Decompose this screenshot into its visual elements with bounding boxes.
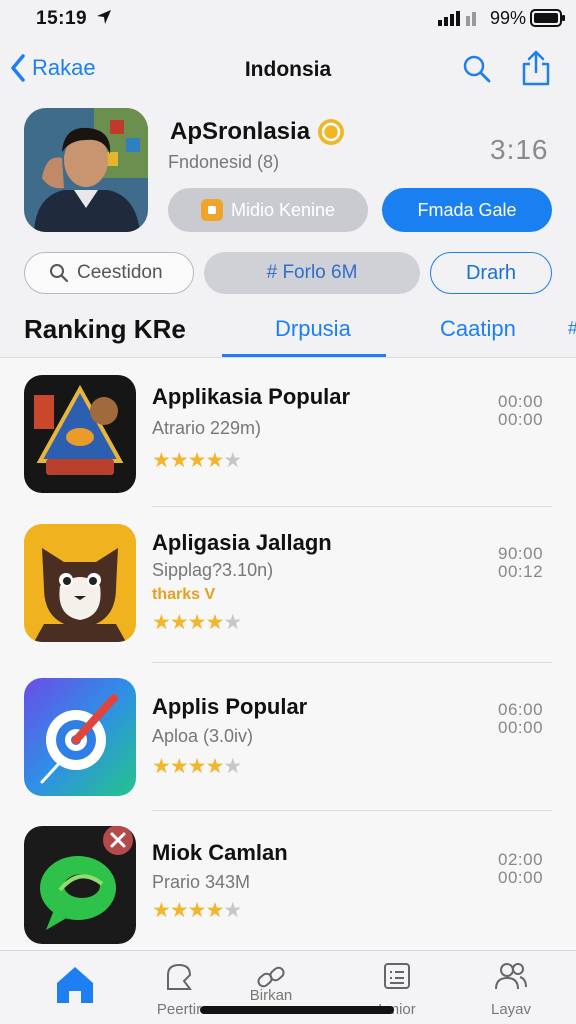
tab-people[interactable]: Layav	[466, 951, 556, 1024]
home-indicator	[200, 1006, 394, 1014]
app-time-1: 06:00	[498, 700, 544, 719]
tab-home[interactable]	[30, 951, 120, 1024]
app-list: Applikasia Popular Atrario 229m) ★★★★★ 0…	[0, 358, 576, 950]
filter-middle-label: # Forlo 6M	[266, 262, 358, 283]
primary-action-button[interactable]: Fmada Gale	[382, 188, 552, 232]
status-time: 15:19	[36, 8, 88, 29]
location-arrow-icon	[96, 9, 112, 30]
people-icon	[466, 961, 556, 991]
secondary-action-button[interactable]: Midio Kenine	[168, 188, 368, 232]
tab-label: Layav	[490, 1001, 532, 1018]
divider	[152, 506, 552, 507]
app-time-1: 00:00	[498, 392, 544, 411]
rating-stars: ★★★★★	[152, 755, 242, 778]
divider	[152, 662, 552, 663]
app-icon-target	[24, 678, 136, 796]
app-time-2: 00:00	[498, 410, 544, 429]
rating-stars: ★★★★★	[152, 449, 242, 472]
filter-right-label: Drarh	[465, 261, 516, 284]
app-name: Miok Camlan	[152, 840, 288, 865]
app-time-2: 00:00	[498, 718, 544, 737]
app-badge: tharks V	[152, 586, 216, 603]
list-item[interactable]: Miok Camlan Prario 343M ★★★★★ 02:00 00:0…	[0, 812, 576, 962]
verified-badge-icon	[318, 119, 345, 145]
app-name-text: ApSronlasia	[170, 118, 311, 145]
battery-percent: 99%	[490, 8, 527, 28]
app-time-1: 90:00	[498, 544, 544, 563]
tab-caatipn[interactable]: Caatipn	[440, 316, 516, 342]
list-item[interactable]: Apligasia Jallagn Sipplag?3.10n) tharks …	[0, 508, 576, 663]
app-name: Applis Popular	[152, 694, 308, 719]
section-title: Ranking KRe	[24, 314, 186, 344]
app-time-2: 00:12	[498, 562, 544, 581]
filter-search-chip[interactable]: Ceestidon	[24, 252, 194, 294]
avatar	[24, 108, 148, 232]
home-icon	[30, 961, 120, 1005]
rating-stars: ★★★★★	[152, 899, 242, 922]
search-icon[interactable]	[462, 54, 492, 89]
app-time-2: 00:00	[498, 868, 544, 887]
app-name: Apligasia Jallagn	[152, 530, 332, 555]
tab-drpusia[interactable]: Drpusia	[275, 316, 351, 342]
status-bar: 15:19 99%	[0, 0, 576, 36]
share-icon[interactable]	[520, 50, 552, 91]
tab-more[interactable]: #	[568, 318, 576, 339]
list-icon	[352, 961, 442, 991]
app-icon-cat	[24, 524, 136, 642]
filter-search-label: Ceestidon	[77, 262, 163, 283]
app-meta: Prario 343M	[152, 872, 251, 892]
secondary-action-label: Midio Kenine	[230, 199, 336, 220]
app-counter: 3:16	[490, 134, 549, 165]
app-meta: Aploa (3.0iv)	[152, 726, 254, 746]
app-subtitle: Fndonesid (8)	[168, 152, 280, 172]
filter-chip-right[interactable]: Drarh	[430, 252, 552, 294]
battery-icon	[530, 9, 566, 32]
signal-icon	[438, 10, 482, 31]
app-mini-icon	[200, 199, 223, 221]
app-icon-game	[24, 375, 136, 493]
app-name: ApSronlasia	[170, 118, 345, 146]
list-item[interactable]: Applis Popular Aploa (3.0iv) ★★★★★ 06:00…	[0, 664, 576, 814]
app-icon-chat	[24, 826, 136, 944]
feed-icon	[134, 961, 224, 995]
filter-chip-middle[interactable]: # Forlo 6M	[204, 252, 420, 294]
primary-action-label: Fmada Gale	[417, 199, 517, 220]
app-meta: Sipplag?3.10n)	[152, 560, 274, 580]
list-item[interactable]: Applikasia Popular Atrario 229m) ★★★★★ 0…	[0, 358, 576, 508]
tab-label: Birkan	[249, 987, 293, 1004]
app-name: Applikasia Popular	[152, 384, 351, 409]
nav-bar: Rakae Indonsia	[0, 42, 576, 98]
app-meta: Atrario 229m)	[152, 418, 262, 438]
search-icon	[50, 264, 69, 283]
divider	[152, 810, 552, 811]
app-time-1: 02:00	[498, 850, 544, 869]
rating-stars: ★★★★★	[152, 611, 242, 634]
